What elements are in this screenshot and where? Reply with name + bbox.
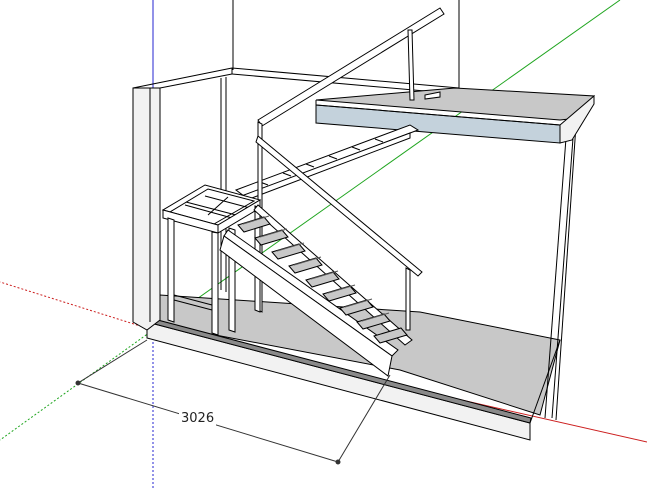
model-canvas[interactable] [0, 0, 647, 489]
axes [0, 0, 647, 489]
upper-landing[interactable] [315, 87, 595, 144]
3d-viewport[interactable]: 3026 [0, 0, 647, 489]
dimension-label[interactable]: 3026 [179, 411, 217, 427]
upper-stair-flight[interactable] [234, 124, 420, 205]
red-axis-dotted [0, 281, 154, 331]
